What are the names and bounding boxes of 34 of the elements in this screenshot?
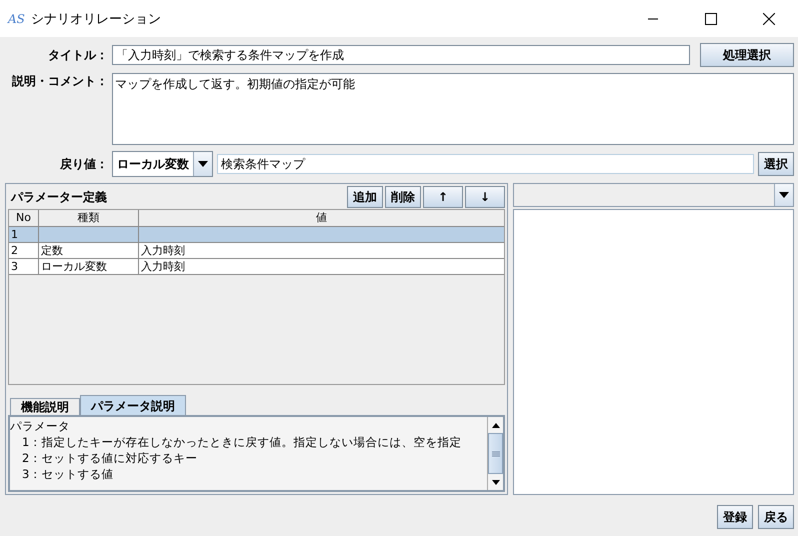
return-value-field[interactable]: 検索条件マップ: [217, 154, 754, 174]
table-row[interactable]: 1: [9, 227, 504, 243]
form-label: 戻り値：: [58, 156, 108, 172]
tab[interactable]: パラメータ説明: [80, 395, 186, 415]
app-logo: AS: [8, 12, 25, 26]
panel-title: パラメーター定義: [10, 188, 108, 206]
close-icon[interactable]: [763, 12, 775, 24]
toolbar-button[interactable]: ↓: [465, 186, 505, 208]
select-button[interactable]: 選択: [758, 152, 794, 176]
description-field[interactable]: マップを作成して返す。初期値の指定が可能: [112, 73, 794, 145]
toolbar-button[interactable]: 追加: [347, 186, 383, 208]
scrollbar[interactable]: [487, 417, 503, 490]
tab[interactable]: 機能説明: [10, 398, 80, 415]
maximize-icon[interactable]: [705, 12, 717, 24]
toolbar-button[interactable]: ↑: [423, 186, 463, 208]
title-field[interactable]: 「入力時刻」で検索する条件マップを作成: [112, 45, 690, 65]
table-row[interactable]: 2 定数 入力時刻: [9, 243, 504, 259]
table-row[interactable]: 3 ローカル変数 入力時刻: [9, 259, 504, 275]
footer-button[interactable]: 戻る: [758, 505, 794, 529]
toolbar-button[interactable]: 削除: [385, 186, 421, 208]
column-header[interactable]: No: [9, 210, 39, 226]
footer-button[interactable]: 登録: [717, 505, 753, 529]
help-text-line: 1：指定したキーが存在しなかったときに戻す値。指定しない場合には、空を指定: [21, 434, 462, 450]
form-label: 説明・コメント：: [10, 73, 108, 90]
help-text-line: 3：セットする値: [21, 466, 114, 482]
scroll-thumb[interactable]: [488, 433, 503, 474]
column-header[interactable]: 値: [139, 210, 504, 226]
help-text-line: 2：セットする値に対応するキー: [21, 450, 198, 466]
form-label: タイトル：: [47, 46, 108, 64]
return-type-dropdown[interactable]: ローカル変数: [112, 151, 213, 177]
help-text-line: パラメータ: [10, 418, 71, 434]
window-title: シナリオリレーション: [30, 10, 162, 28]
column-header[interactable]: 種類: [39, 210, 139, 226]
process-select-button[interactable]: 処理選択: [700, 43, 794, 67]
